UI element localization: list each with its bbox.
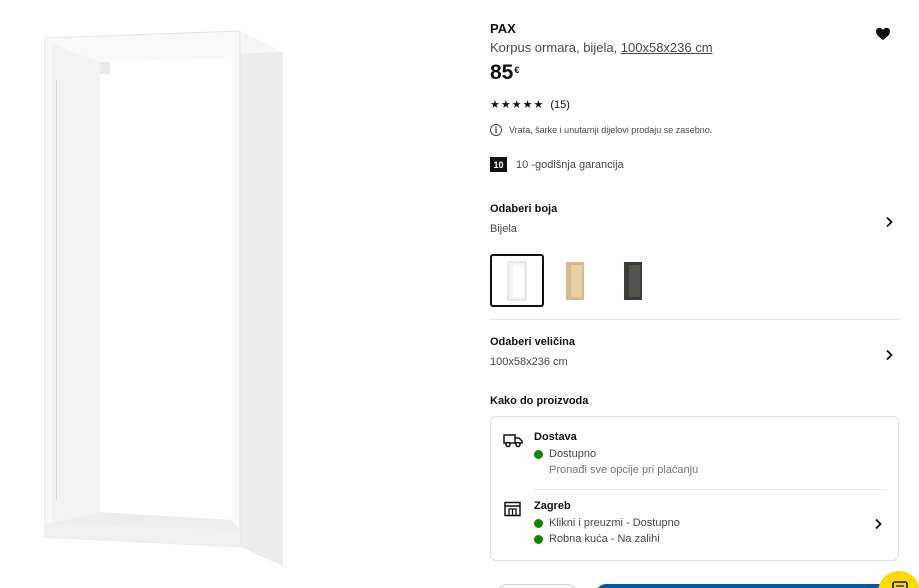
chevron-right-icon [886,216,893,228]
card-divider [534,489,887,490]
pickup-status: Klikni i preuzmi - Dostupno [534,517,680,529]
available-dot [534,518,543,528]
swatch-black-brown[interactable] [606,254,660,307]
store-icon [504,501,521,517]
size-selected: 100x58x236 cm [490,356,568,368]
chevron-right-icon [886,349,893,361]
delivery-status: Dostupno [534,448,698,460]
chat-icon [892,581,908,588]
delivery-status-text: Dostupno [549,448,597,460]
store-option[interactable]: Zagreb Klikni i preuzmi - Dostupno Robna… [503,500,887,555]
heart-icon[interactable] [875,26,891,42]
warranty-text: 10 -godišnja garancija [516,158,624,171]
sold-separately-notice: i Vrata, šarke i unutarnji dijelovi prod… [490,124,712,136]
size-select[interactable]: Odaberi veličina 100x58x236 cm [490,336,900,376]
store-name: Zagreb [534,500,571,512]
availability-card: Dostava Dostupno Pronađi sve opcije pri … [490,416,899,561]
chevron-right-icon [875,518,882,530]
product-name: PAX [490,21,516,36]
size-select-title: Odaberi veličina [490,336,575,348]
product-info: PAX Korpus ormara, bijela, 100x58x236 cm… [490,0,900,588]
product-description: Korpus ormara, bijela, 100x58x236 cm [490,40,713,55]
info-icon: i [490,124,502,136]
color-selected: Bijela [490,223,517,235]
delivery-body: Dostava Dostupno Pronađi sve opcije pri … [534,431,698,476]
product-price: 85€ [490,61,519,85]
warranty-badge: 10 [490,157,507,172]
color-select[interactable]: Odaberi boja Bijela [490,203,900,243]
delivery-note: Pronađi sve opcije pri plaćanju [549,464,699,476]
divider [490,319,900,320]
truck-icon [503,434,523,448]
product-type: Korpus ormara, bijela, [490,40,621,55]
wardrobe-image [44,30,283,566]
swatch-oak[interactable] [548,254,602,307]
stock-status: Robna kuća - Na zalihi [534,533,680,545]
pickup-status-text: Klikni i preuzmi - Dostupno [549,517,680,529]
color-select-title: Odaberi boja [490,203,558,215]
stock-status-text: Robna kuća - Na zalihi [549,533,660,545]
swatch-white[interactable] [490,254,544,307]
add-to-bag-button[interactable] [596,584,896,588]
rating-count: (15) [550,98,570,111]
store-body: Zagreb Klikni i preuzmi - Dostupno Robna… [534,500,680,545]
rating[interactable]: ★★★★★ (15) [490,98,570,112]
available-dot [534,449,543,459]
color-swatches [490,254,664,307]
secondary-button[interactable] [497,584,577,588]
warranty: 10 10 -godišnja garancija [490,157,624,172]
product-size-link[interactable]: 100x58x236 cm [621,40,713,55]
product-image[interactable] [0,0,470,588]
delivery-option[interactable]: Dostava Dostupno Pronađi sve opcije pri … [503,431,887,487]
available-dot [534,534,543,544]
availability-title: Kako do proizvoda [490,395,589,407]
rating-stars: ★★★★★ [490,99,545,111]
delivery-title: Dostava [534,431,577,443]
price-currency: € [514,65,520,75]
notice-text: Vrata, šarke i unutarnji dijelovi prodaj… [509,125,713,135]
price-value: 85 [490,61,514,84]
